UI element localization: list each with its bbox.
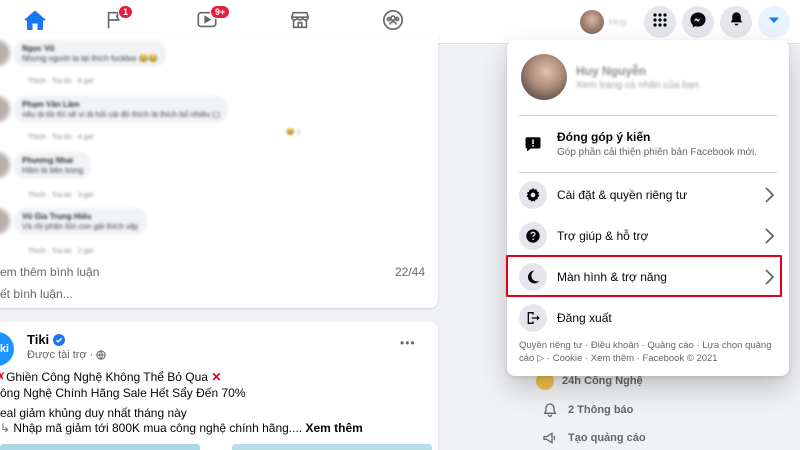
reaction-icon: 😂 bbox=[286, 129, 295, 136]
notification-badge: 1 bbox=[118, 5, 134, 19]
sponsored-row: Được tài trợ · bbox=[27, 349, 107, 361]
create-ad-shortcut[interactable]: Tạo quảng cáo bbox=[540, 430, 646, 446]
avatar bbox=[0, 152, 10, 178]
help-support-item[interactable]: Trợ giúp & hỗ trợ bbox=[513, 217, 781, 255]
logout-item[interactable]: Đăng xuất bbox=[513, 299, 781, 337]
comment-text: Hâm là bên trong bbox=[22, 166, 84, 175]
logout-icon bbox=[519, 304, 547, 332]
globe-icon bbox=[96, 350, 107, 360]
sponsored-label: Được tài trợ · bbox=[27, 349, 94, 361]
menu-grid-icon bbox=[652, 12, 668, 33]
tiki-logo[interactable]: tiki bbox=[0, 332, 14, 366]
reaction-count: 😂 1 bbox=[286, 128, 301, 136]
comment: Vũ Gia Trung Hiếu Và rồi phân tồn con gá… bbox=[0, 208, 147, 235]
avatar bbox=[0, 40, 10, 66]
messenger-icon bbox=[689, 11, 707, 34]
menu-footer-links[interactable]: Quyền riêng tư · Điều khoản · Quảng cáo … bbox=[519, 339, 779, 365]
ad-image[interactable] bbox=[0, 444, 200, 450]
ad-text-line: eal giảm khủng duy nhất tháng này bbox=[0, 406, 187, 420]
menu-item-label: Đăng xuất bbox=[557, 311, 612, 325]
comment: Ngọc Vũ Nhưng người ta lại thích fuckboi… bbox=[0, 40, 167, 67]
ad-text-line: ông Nghệ Chính Hãng Sale Hết Sẩy Đến 70% bbox=[0, 386, 246, 400]
menu-item-label: Trợ giúp & hỗ trợ bbox=[557, 229, 649, 243]
comment-actions[interactable]: Thích · Trả lời · 3 giờ bbox=[28, 192, 94, 199]
comment-author: Phạm Văn Lâm bbox=[22, 100, 80, 109]
feedback-title: Đóng góp ý kiến bbox=[557, 130, 651, 144]
comment-bubble: Ngọc Vũ Nhưng người ta lại thích fuckboi… bbox=[14, 40, 167, 67]
ad-text-line: ↳ Nhập mã giảm tới 800K mua công nghệ ch… bbox=[0, 421, 363, 435]
question-icon bbox=[519, 222, 547, 250]
profile-name: Huy Nguyễn bbox=[576, 64, 647, 78]
chevron-right-icon bbox=[763, 186, 775, 209]
notification-badge: 9+ bbox=[210, 5, 231, 19]
verified-icon bbox=[53, 333, 66, 346]
bell-icon bbox=[728, 11, 745, 33]
comment-count: 22/44 bbox=[395, 265, 426, 279]
profile-subtitle: Xem trang cá nhân của bạn bbox=[576, 80, 699, 91]
notifications-button[interactable] bbox=[720, 6, 752, 38]
comment-author: Phương Nhai bbox=[22, 156, 74, 165]
menu-profile-link[interactable]: Huy Nguyễn Xem trang cá nhân của bạn bbox=[515, 48, 781, 112]
messenger-button[interactable] bbox=[682, 6, 714, 38]
comment: Phạm Văn Lâm nếu là tôi thì sẽ vì là hỏi… bbox=[0, 96, 228, 123]
store-icon bbox=[289, 9, 311, 36]
comment-text: Và rồi phân tồn con gái thích vậy bbox=[22, 222, 139, 231]
bell-icon bbox=[540, 402, 560, 418]
divider bbox=[519, 115, 777, 116]
comment-actions[interactable]: Thích · Trả lời · 2 giờ bbox=[28, 248, 94, 255]
divider bbox=[519, 172, 777, 173]
account-menu: Huy Nguyễn Xem trang cá nhân của bạn Đón… bbox=[507, 40, 789, 376]
avatar bbox=[0, 208, 10, 234]
more-options-button[interactable]: ••• bbox=[400, 336, 416, 350]
caret-down-icon bbox=[767, 13, 781, 32]
chevron-right-icon bbox=[763, 227, 775, 250]
profile-short-name: Huy bbox=[609, 16, 627, 28]
write-comment-input[interactable]: ết bình luận... bbox=[0, 287, 73, 301]
groups-icon bbox=[382, 9, 404, 36]
comment-author: Ngọc Vũ bbox=[22, 44, 55, 53]
comment-text: nếu là tôi thì sẽ vì là hỏi cái đó thích… bbox=[22, 110, 220, 119]
shortcut-label: Tạo quảng cáo bbox=[568, 432, 646, 444]
avatar bbox=[580, 10, 604, 34]
comment-actions[interactable]: Thích · Trả lời · 4 giờ bbox=[28, 134, 94, 141]
avatar bbox=[0, 96, 10, 122]
settings-privacy-item[interactable]: Cài đặt & quyền riêng tư bbox=[513, 176, 781, 214]
notifications-shortcut[interactable]: 2 Thông báo bbox=[540, 402, 633, 418]
menu-button[interactable] bbox=[644, 6, 676, 38]
sponsored-post-card: tiki Tiki Được tài trợ · ••• ✗Ghiền Công… bbox=[0, 322, 438, 450]
home-icon bbox=[23, 8, 47, 37]
ad-image[interactable] bbox=[232, 444, 432, 450]
cross-mark-icon: ✕ bbox=[211, 370, 222, 384]
feedback-description: Góp phần cải thiện phiên bản Facebook mớ… bbox=[557, 147, 758, 158]
shortcut-label: 24h Công Nghệ bbox=[562, 375, 643, 387]
feedback-button[interactable]: Đóng góp ý kiến Góp phần cải thiện phiên… bbox=[513, 121, 781, 167]
post-comments-card: Ngọc Vũ Nhưng người ta lại thích fuckboi… bbox=[0, 34, 438, 308]
see-more-comments-link[interactable]: em thêm bình luận bbox=[0, 265, 99, 279]
profile-chip[interactable]: Huy bbox=[578, 8, 636, 36]
comment-text: Nhưng người ta lại thích fuckboi 😂😂 bbox=[22, 54, 159, 63]
arrow-icon: ↳ bbox=[0, 421, 11, 435]
feedback-icon bbox=[523, 130, 543, 158]
highlight-box bbox=[506, 255, 782, 297]
ad-text-line: ✗Ghiền Công Nghệ Không Thể Bỏ Qua ✕ bbox=[0, 370, 221, 384]
page-name-row: Tiki bbox=[27, 332, 66, 347]
comment-bubble: Phạm Văn Lâm nếu là tôi thì sẽ vì là hỏi… bbox=[14, 96, 228, 123]
megaphone-icon bbox=[540, 430, 560, 446]
comment-bubble: Vũ Gia Trung Hiếu Và rồi phân tồn con gá… bbox=[14, 208, 147, 235]
see-more-link[interactable]: Xem thêm bbox=[305, 421, 362, 435]
avatar bbox=[521, 54, 567, 100]
comment-actions[interactable]: Thích · Trả lời · 6 giờ bbox=[28, 78, 94, 85]
menu-item-label: Cài đặt & quyền riêng tư bbox=[557, 188, 688, 202]
gear-icon bbox=[519, 181, 547, 209]
comment-author: Vũ Gia Trung Hiếu bbox=[22, 212, 92, 221]
comment-bubble: Phương Nhai Hâm là bên trong bbox=[14, 152, 92, 179]
comment: Phương Nhai Hâm là bên trong bbox=[0, 152, 92, 179]
account-button[interactable] bbox=[758, 6, 790, 38]
shortcut-label: 2 Thông báo bbox=[568, 404, 634, 416]
reaction-number: 1 bbox=[296, 129, 301, 136]
page-name[interactable]: Tiki bbox=[27, 332, 49, 347]
